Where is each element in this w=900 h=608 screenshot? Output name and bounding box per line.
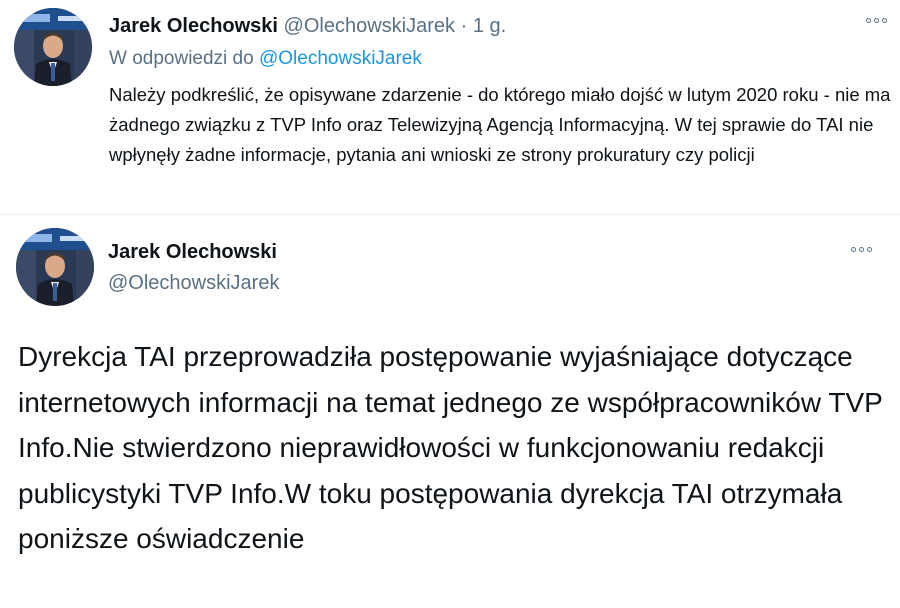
tweet-text: Dyrekcja TAI przeprowadziła postępowanie…	[18, 341, 883, 554]
author-block: Jarek Olechowski @OlechowskiJarek	[108, 240, 279, 295]
main-tweet[interactable]: Jarek Olechowski @OlechowskiJarek Dyrekc…	[0, 0, 900, 554]
author-handle[interactable]: @OlechowskiJarek	[108, 271, 279, 295]
author-avatar[interactable]	[16, 228, 94, 306]
author-name[interactable]: Jarek Olechowski	[108, 240, 279, 264]
more-horizontal-icon[interactable]	[851, 247, 872, 252]
